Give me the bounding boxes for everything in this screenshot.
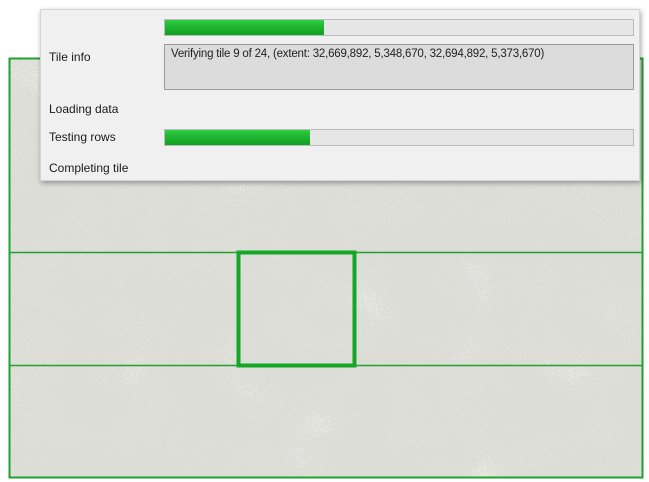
testing-rows-label: Testing rows (49, 130, 116, 144)
tile-progress-panel: Tile info Verifying tile 9 of 24, (exten… (40, 9, 640, 181)
completing-tile-label: Completing tile (49, 161, 129, 175)
tile-info-textbox[interactable]: Verifying tile 9 of 24, (extent: 32,669,… (164, 44, 634, 90)
overall-progress-fill (165, 20, 325, 35)
loading-data-label: Loading data (49, 102, 119, 116)
tile-info-label: Tile info (49, 50, 91, 64)
testing-rows-progress-fill (165, 130, 311, 145)
overall-progress-bar (164, 19, 634, 36)
testing-rows-progress-bar (164, 129, 634, 146)
